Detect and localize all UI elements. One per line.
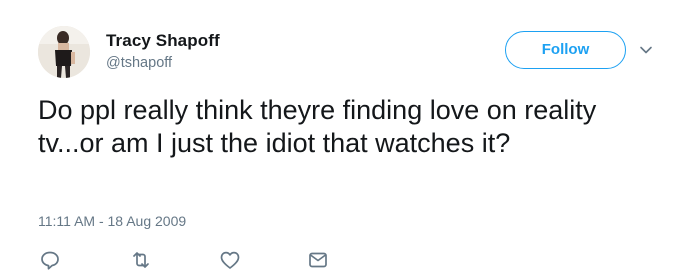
reply-icon[interactable] [38, 248, 62, 272]
user-handle[interactable]: @tshapoff [106, 55, 172, 71]
tweet-text: Do ppl really think theyre finding love … [38, 95, 597, 158]
avatar-photo-icon [38, 26, 90, 78]
chevron-down-icon[interactable] [638, 42, 654, 58]
tweet-timestamp[interactable]: 11:11 AM - 18 Aug 2009 [38, 213, 186, 229]
retweet-icon[interactable] [129, 248, 153, 272]
direct-message-icon[interactable] [306, 248, 330, 272]
follow-button[interactable]: Follow [505, 31, 626, 69]
avatar[interactable] [38, 26, 90, 78]
like-icon[interactable] [218, 248, 242, 272]
tweet-card: Tracy Shapoff @tshapoff Follow Do ppl re… [0, 0, 700, 280]
display-name[interactable]: Tracy Shapoff [106, 31, 220, 51]
